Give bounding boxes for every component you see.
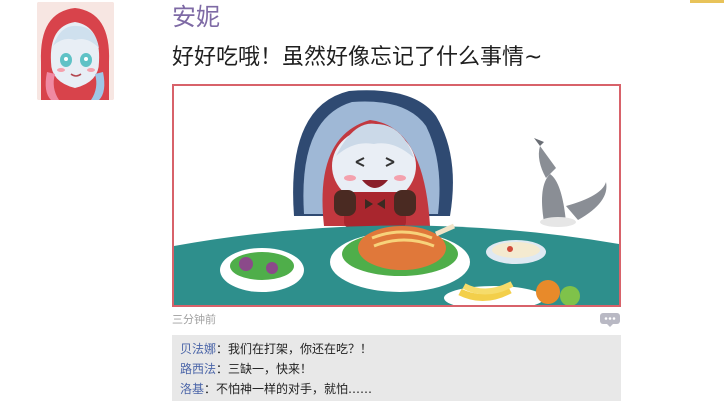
comment-item: 路西法：三缺一，快来！ [180, 359, 615, 379]
commenter-name[interactable]: 路西法 [180, 362, 216, 376]
comment-separator: ： [204, 382, 217, 396]
comment-separator: ： [216, 342, 229, 356]
avatar[interactable] [37, 2, 114, 100]
commenter-name[interactable]: 洛基 [180, 382, 204, 396]
comment-item: 洛基：不怕神一样的对手，就怕…… [180, 379, 615, 399]
comment-text: 三缺一，快来！ [228, 362, 313, 376]
comment-item: 贝法娜：我们在打架，你还在吃？！ [180, 339, 615, 359]
post-author[interactable]: 安妮 [172, 0, 220, 34]
comment-separator: ： [216, 362, 229, 376]
speech-bubble-icon[interactable] [599, 312, 621, 327]
comment-text: 不怕神一样的对手，就怕…… [216, 382, 373, 396]
post-text: 好好吃哦！虽然好像忘记了什么事情~ [172, 45, 543, 70]
top-edge-decoration [690, 0, 724, 3]
comment-text: 我们在打架，你还在吃？！ [228, 342, 373, 356]
commenter-name[interactable]: 贝法娜 [180, 342, 216, 356]
post-time: 三分钟前 [172, 313, 216, 326]
post-image[interactable] [172, 84, 621, 307]
comment-list: 贝法娜：我们在打架，你还在吃？！ 路西法：三缺一，快来！ 洛基：不怕神一样的对手… [172, 335, 621, 401]
